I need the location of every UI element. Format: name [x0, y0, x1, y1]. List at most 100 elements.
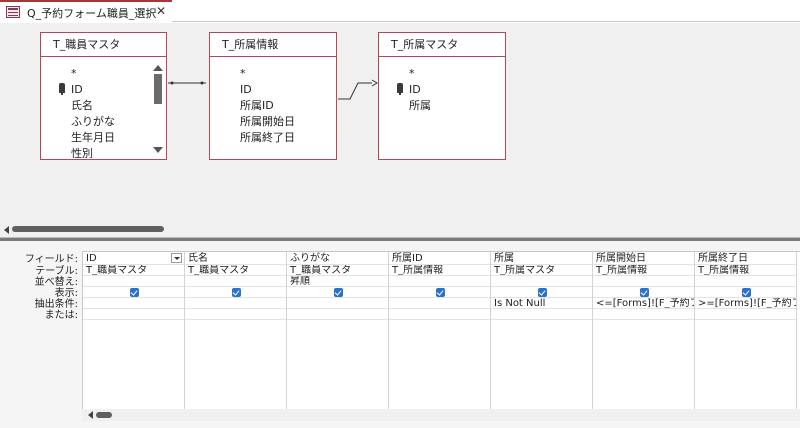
- query-design-grid[interactable]: ID T_職員マスタ 氏名 T_職員マスタ ふりがな T_職員マスタ 昇順 所属…: [82, 251, 800, 410]
- grid-column[interactable]: ID T_職員マスタ: [83, 252, 185, 410]
- query-tab[interactable]: Q_予約フォーム職員_選択 ✕: [0, 0, 172, 22]
- field-list-scrollbar[interactable]: [153, 65, 163, 153]
- field-item[interactable]: ID: [409, 82, 421, 97]
- show-cell[interactable]: [593, 287, 694, 298]
- show-checkbox[interactable]: [538, 288, 547, 297]
- show-checkbox[interactable]: [130, 288, 139, 297]
- table-cell[interactable]: T_所属情報: [695, 265, 796, 276]
- field-item[interactable]: 所属開始日: [240, 114, 295, 129]
- table-title: T_所属情報: [210, 33, 336, 57]
- show-checkbox[interactable]: [334, 288, 343, 297]
- show-cell[interactable]: [83, 287, 184, 298]
- field-cell[interactable]: 所属ID: [389, 252, 490, 265]
- show-checkbox[interactable]: [232, 288, 241, 297]
- row-label-show: 表示:: [54, 288, 78, 299]
- field-item[interactable]: 氏名: [71, 98, 93, 113]
- show-cell[interactable]: [287, 287, 388, 298]
- grid-column[interactable]: ふりがな T_職員マスタ 昇順: [287, 252, 389, 410]
- or-cell[interactable]: [593, 309, 694, 320]
- criteria-cell[interactable]: >=[Forms]![F_予約フォ: [695, 298, 796, 309]
- field-item[interactable]: *: [240, 66, 246, 81]
- field-cell[interactable]: 所属開始日: [593, 252, 694, 265]
- sort-cell[interactable]: [389, 276, 490, 287]
- sort-cell[interactable]: 昇順: [287, 276, 388, 287]
- sort-cell[interactable]: [695, 276, 796, 287]
- criteria-cell[interactable]: <=[Forms]![F_予約フォ: [593, 298, 694, 309]
- show-checkbox[interactable]: [742, 288, 751, 297]
- show-cell[interactable]: [389, 287, 490, 298]
- sort-cell[interactable]: [491, 276, 592, 287]
- sort-cell[interactable]: [185, 276, 286, 287]
- scroll-thumb[interactable]: [154, 74, 162, 104]
- table-title: T_職員マスタ: [41, 33, 166, 57]
- field-cell[interactable]: 所属終了日: [695, 252, 796, 265]
- table-cell[interactable]: T_職員マスタ: [83, 265, 184, 276]
- table-cell[interactable]: T_所属情報: [389, 265, 490, 276]
- field-item[interactable]: ふりがな: [71, 114, 115, 129]
- table-box-shozoku-master[interactable]: T_所属マスタ * ID 所属: [378, 32, 506, 160]
- field-item[interactable]: 所属ID: [240, 98, 274, 113]
- table-cell[interactable]: T_職員マスタ: [185, 265, 286, 276]
- field-cell[interactable]: ID: [83, 252, 184, 265]
- row-label-field: フィールド:: [24, 254, 78, 265]
- grid-column[interactable]: 氏名 T_職員マスタ: [185, 252, 287, 410]
- row-label-criteria: 抽出条件:: [34, 299, 78, 310]
- field-cell[interactable]: 所属: [491, 252, 592, 265]
- table-cell[interactable]: T_所属マスタ: [491, 265, 592, 276]
- show-checkbox[interactable]: [640, 288, 649, 297]
- table-box-shozoku-info[interactable]: T_所属情報 * ID 所属ID 所属開始日 所属終了日: [209, 32, 337, 160]
- field-item[interactable]: 所属終了日: [240, 130, 295, 145]
- dropdown-arrow-icon[interactable]: [171, 253, 182, 263]
- or-cell[interactable]: [185, 309, 286, 320]
- relationship-line-2: [338, 82, 372, 100]
- primary-key-icon: [397, 83, 403, 95]
- scroll-thumb[interactable]: [12, 226, 164, 232]
- field-item[interactable]: 性別: [71, 146, 93, 158]
- diagram-horizontal-scrollbar[interactable]: [0, 223, 800, 237]
- field-cell[interactable]: 氏名: [185, 252, 286, 265]
- criteria-cell[interactable]: [287, 298, 388, 309]
- or-cell[interactable]: [287, 309, 388, 320]
- field-item[interactable]: *: [409, 66, 415, 81]
- field-item[interactable]: 所属: [409, 98, 431, 113]
- table-diagram-pane[interactable]: T_職員マスタ * ID 氏名 ふりがな 生年月日 性別 T_所属情報 * ID…: [0, 23, 800, 223]
- or-cell[interactable]: [389, 309, 490, 320]
- table-box-shokuin-master[interactable]: T_職員マスタ * ID 氏名 ふりがな 生年月日 性別: [40, 32, 167, 160]
- scroll-up-icon[interactable]: [153, 65, 163, 71]
- criteria-cell[interactable]: [83, 298, 184, 309]
- criteria-cell[interactable]: [389, 298, 490, 309]
- row-label-or: または:: [44, 310, 78, 321]
- relationship-end-dot: [170, 81, 174, 85]
- field-item[interactable]: *: [71, 66, 77, 81]
- field-item[interactable]: ID: [240, 82, 252, 97]
- sort-cell[interactable]: [83, 276, 184, 287]
- close-icon[interactable]: ✕: [156, 4, 166, 18]
- scroll-left-icon[interactable]: [88, 411, 93, 419]
- show-checkbox[interactable]: [436, 288, 445, 297]
- grid-column[interactable]: 所属 T_所属マスタ Is Not Null: [491, 252, 593, 410]
- tab-title: Q_予約フォーム職員_選択: [27, 7, 157, 20]
- criteria-cell[interactable]: [185, 298, 286, 309]
- grid-column[interactable]: 所属ID T_所属情報: [389, 252, 491, 410]
- or-cell[interactable]: [83, 309, 184, 320]
- scroll-down-icon[interactable]: [153, 147, 163, 153]
- or-cell[interactable]: [695, 309, 796, 320]
- field-item[interactable]: 生年月日: [71, 130, 115, 145]
- grid-column[interactable]: 所属終了日 T_所属情報 >=[Forms]![F_予約フォ: [695, 252, 797, 410]
- criteria-cell[interactable]: Is Not Null: [491, 298, 592, 309]
- field-cell[interactable]: ふりがな: [287, 252, 388, 265]
- query-icon: [6, 6, 20, 18]
- grid-column[interactable]: 所属開始日 T_所属情報 <=[Forms]![F_予約フォ: [593, 252, 695, 410]
- or-cell[interactable]: [491, 309, 592, 320]
- field-item[interactable]: ID: [71, 82, 83, 97]
- show-cell[interactable]: [695, 287, 796, 298]
- scroll-left-icon[interactable]: [4, 226, 9, 234]
- table-cell[interactable]: T_職員マスタ: [287, 265, 388, 276]
- show-cell[interactable]: [491, 287, 592, 298]
- sort-cell[interactable]: [593, 276, 694, 287]
- grid-horizontal-scrollbar[interactable]: [82, 409, 800, 421]
- scroll-thumb[interactable]: [96, 412, 112, 418]
- table-cell[interactable]: T_所属情報: [593, 265, 694, 276]
- show-cell[interactable]: [185, 287, 286, 298]
- relationship-end-dot: [200, 81, 204, 85]
